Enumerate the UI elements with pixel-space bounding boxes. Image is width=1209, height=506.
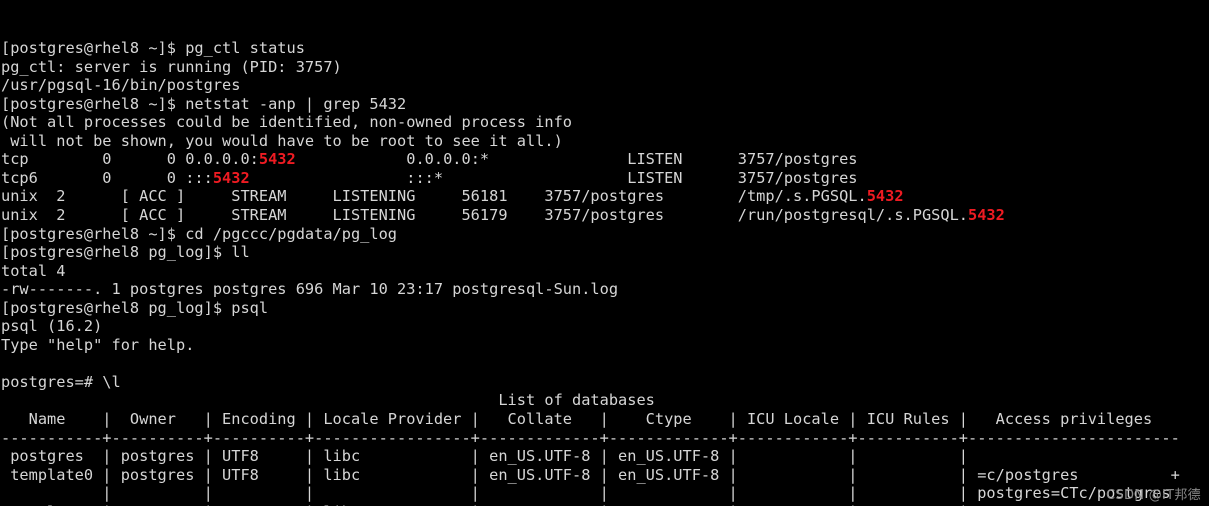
terminal-text: unix 2 [ ACC ] STREAM LISTENING 56179 37…	[1, 206, 968, 225]
terminal-line: [postgres@rhel8 ~]$ netstat -anp | grep …	[1, 95, 1209, 114]
terminal-line: [postgres@rhel8 ~]$ cd /pgccc/pgdata/pg_…	[1, 225, 1209, 244]
terminal-text: Type "help" for help.	[1, 335, 195, 354]
terminal-line: will not be shown, you would have to be …	[1, 132, 1209, 151]
terminal-text: :::* LISTEN 3757/postgres	[249, 168, 858, 187]
terminal-text: template0 | postgres | UTF8 | libc | en_…	[1, 465, 1180, 484]
terminal-line: pg_ctl: server is running (PID: 3757)	[1, 58, 1209, 77]
terminal-line: (Not all processes could be identified, …	[1, 113, 1209, 132]
highlighted-text: 5432	[212, 168, 250, 187]
terminal-output: [postgres@rhel8 ~]$ pg_ctl status pg_ctl:…	[1, 39, 1209, 506]
terminal-line: /usr/pgsql-16/bin/postgres	[1, 76, 1209, 95]
terminal-text: tcp 0 0 0.0.0.0:	[1, 150, 259, 169]
terminal-text: [postgres@rhel8 ~]$ netstat -anp | grep …	[1, 94, 407, 113]
terminal-text: -rw-------. 1 postgres postgres 696 Mar …	[1, 280, 619, 299]
terminal-text: /usr/pgsql-16/bin/postgres	[1, 76, 241, 95]
terminal-text: | | | | | | | | postgres=CTc/postgres	[1, 484, 1171, 503]
terminal-line: [postgres@rhel8 ~]$ pg_ctl status	[1, 39, 1209, 58]
terminal-text: 0.0.0.0:* LISTEN 3757/postgres	[295, 150, 858, 169]
terminal-text: pg_ctl: server is running (PID: 3757)	[1, 57, 342, 76]
terminal-text: Name | Owner | Encoding | Locale Provide…	[1, 410, 1153, 429]
terminal-text: [postgres@rhel8 pg_log]$ ll	[1, 243, 250, 262]
terminal-line: tcp6 0 0 :::5432 :::* LISTEN 3757/postgr…	[1, 169, 1209, 188]
terminal-text: [postgres@rhel8 ~]$ cd /pgccc/pgdata/pg_…	[1, 224, 398, 243]
highlighted-text: 5432	[866, 187, 904, 206]
terminal-text: (Not all processes could be identified, …	[1, 113, 572, 132]
highlighted-text: 5432	[968, 206, 1005, 225]
terminal-text: tcp6 0 0 :::	[1, 168, 213, 187]
terminal-line: unix 2 [ ACC ] STREAM LISTENING 56179 37…	[1, 206, 1209, 225]
terminal-text: [postgres@rhel8 pg_log]$ psql	[1, 298, 269, 317]
terminal-window[interactable]: [postgres@rhel8 ~]$ pg_ctl status pg_ctl:…	[0, 0, 1209, 506]
terminal-text: List of databases	[1, 391, 655, 410]
terminal-text: postgres | postgres | UTF8 | libc | en_U…	[1, 447, 968, 466]
terminal-line: total 4	[1, 262, 1209, 281]
terminal-line: -rw-------. 1 postgres postgres 696 Mar …	[1, 280, 1209, 299]
terminal-line: postgres=# \l	[1, 373, 1209, 392]
terminal-text: total 4	[1, 261, 66, 280]
terminal-line: [postgres@rhel8 pg_log]$ psql	[1, 299, 1209, 318]
terminal-text: postgres=# \l	[1, 372, 121, 391]
terminal-line: | | | | | | | | postgres=CTc/postgres	[1, 484, 1209, 503]
terminal-text: unix 2 [ ACC ] STREAM LISTENING 56181 37…	[1, 187, 867, 206]
terminal-text: -----------+----------+----------+------…	[1, 428, 1180, 447]
terminal-text: [postgres@rhel8 ~]$ pg_ctl status	[1, 39, 305, 58]
terminal-line: tcp 0 0 0.0.0.0:5432 0.0.0.0:* LISTEN 37…	[1, 150, 1209, 169]
terminal-line: Name | Owner | Encoding | Locale Provide…	[1, 410, 1209, 429]
terminal-line: List of databases	[1, 391, 1209, 410]
terminal-line: unix 2 [ ACC ] STREAM LISTENING 56181 37…	[1, 187, 1209, 206]
terminal-line: template0 | postgres | UTF8 | libc | en_…	[1, 466, 1209, 485]
terminal-text: will not be shown, you would have to be …	[1, 131, 563, 150]
terminal-line: -----------+----------+----------+------…	[1, 429, 1209, 448]
highlighted-text: 5432	[258, 150, 296, 169]
terminal-text: psql (16.2)	[1, 317, 103, 336]
terminal-line: [postgres@rhel8 pg_log]$ ll	[1, 243, 1209, 262]
terminal-line: Type "help" for help.	[1, 336, 1209, 355]
terminal-line: psql (16.2)	[1, 317, 1209, 336]
terminal-line: postgres | postgres | UTF8 | libc | en_U…	[1, 447, 1209, 466]
